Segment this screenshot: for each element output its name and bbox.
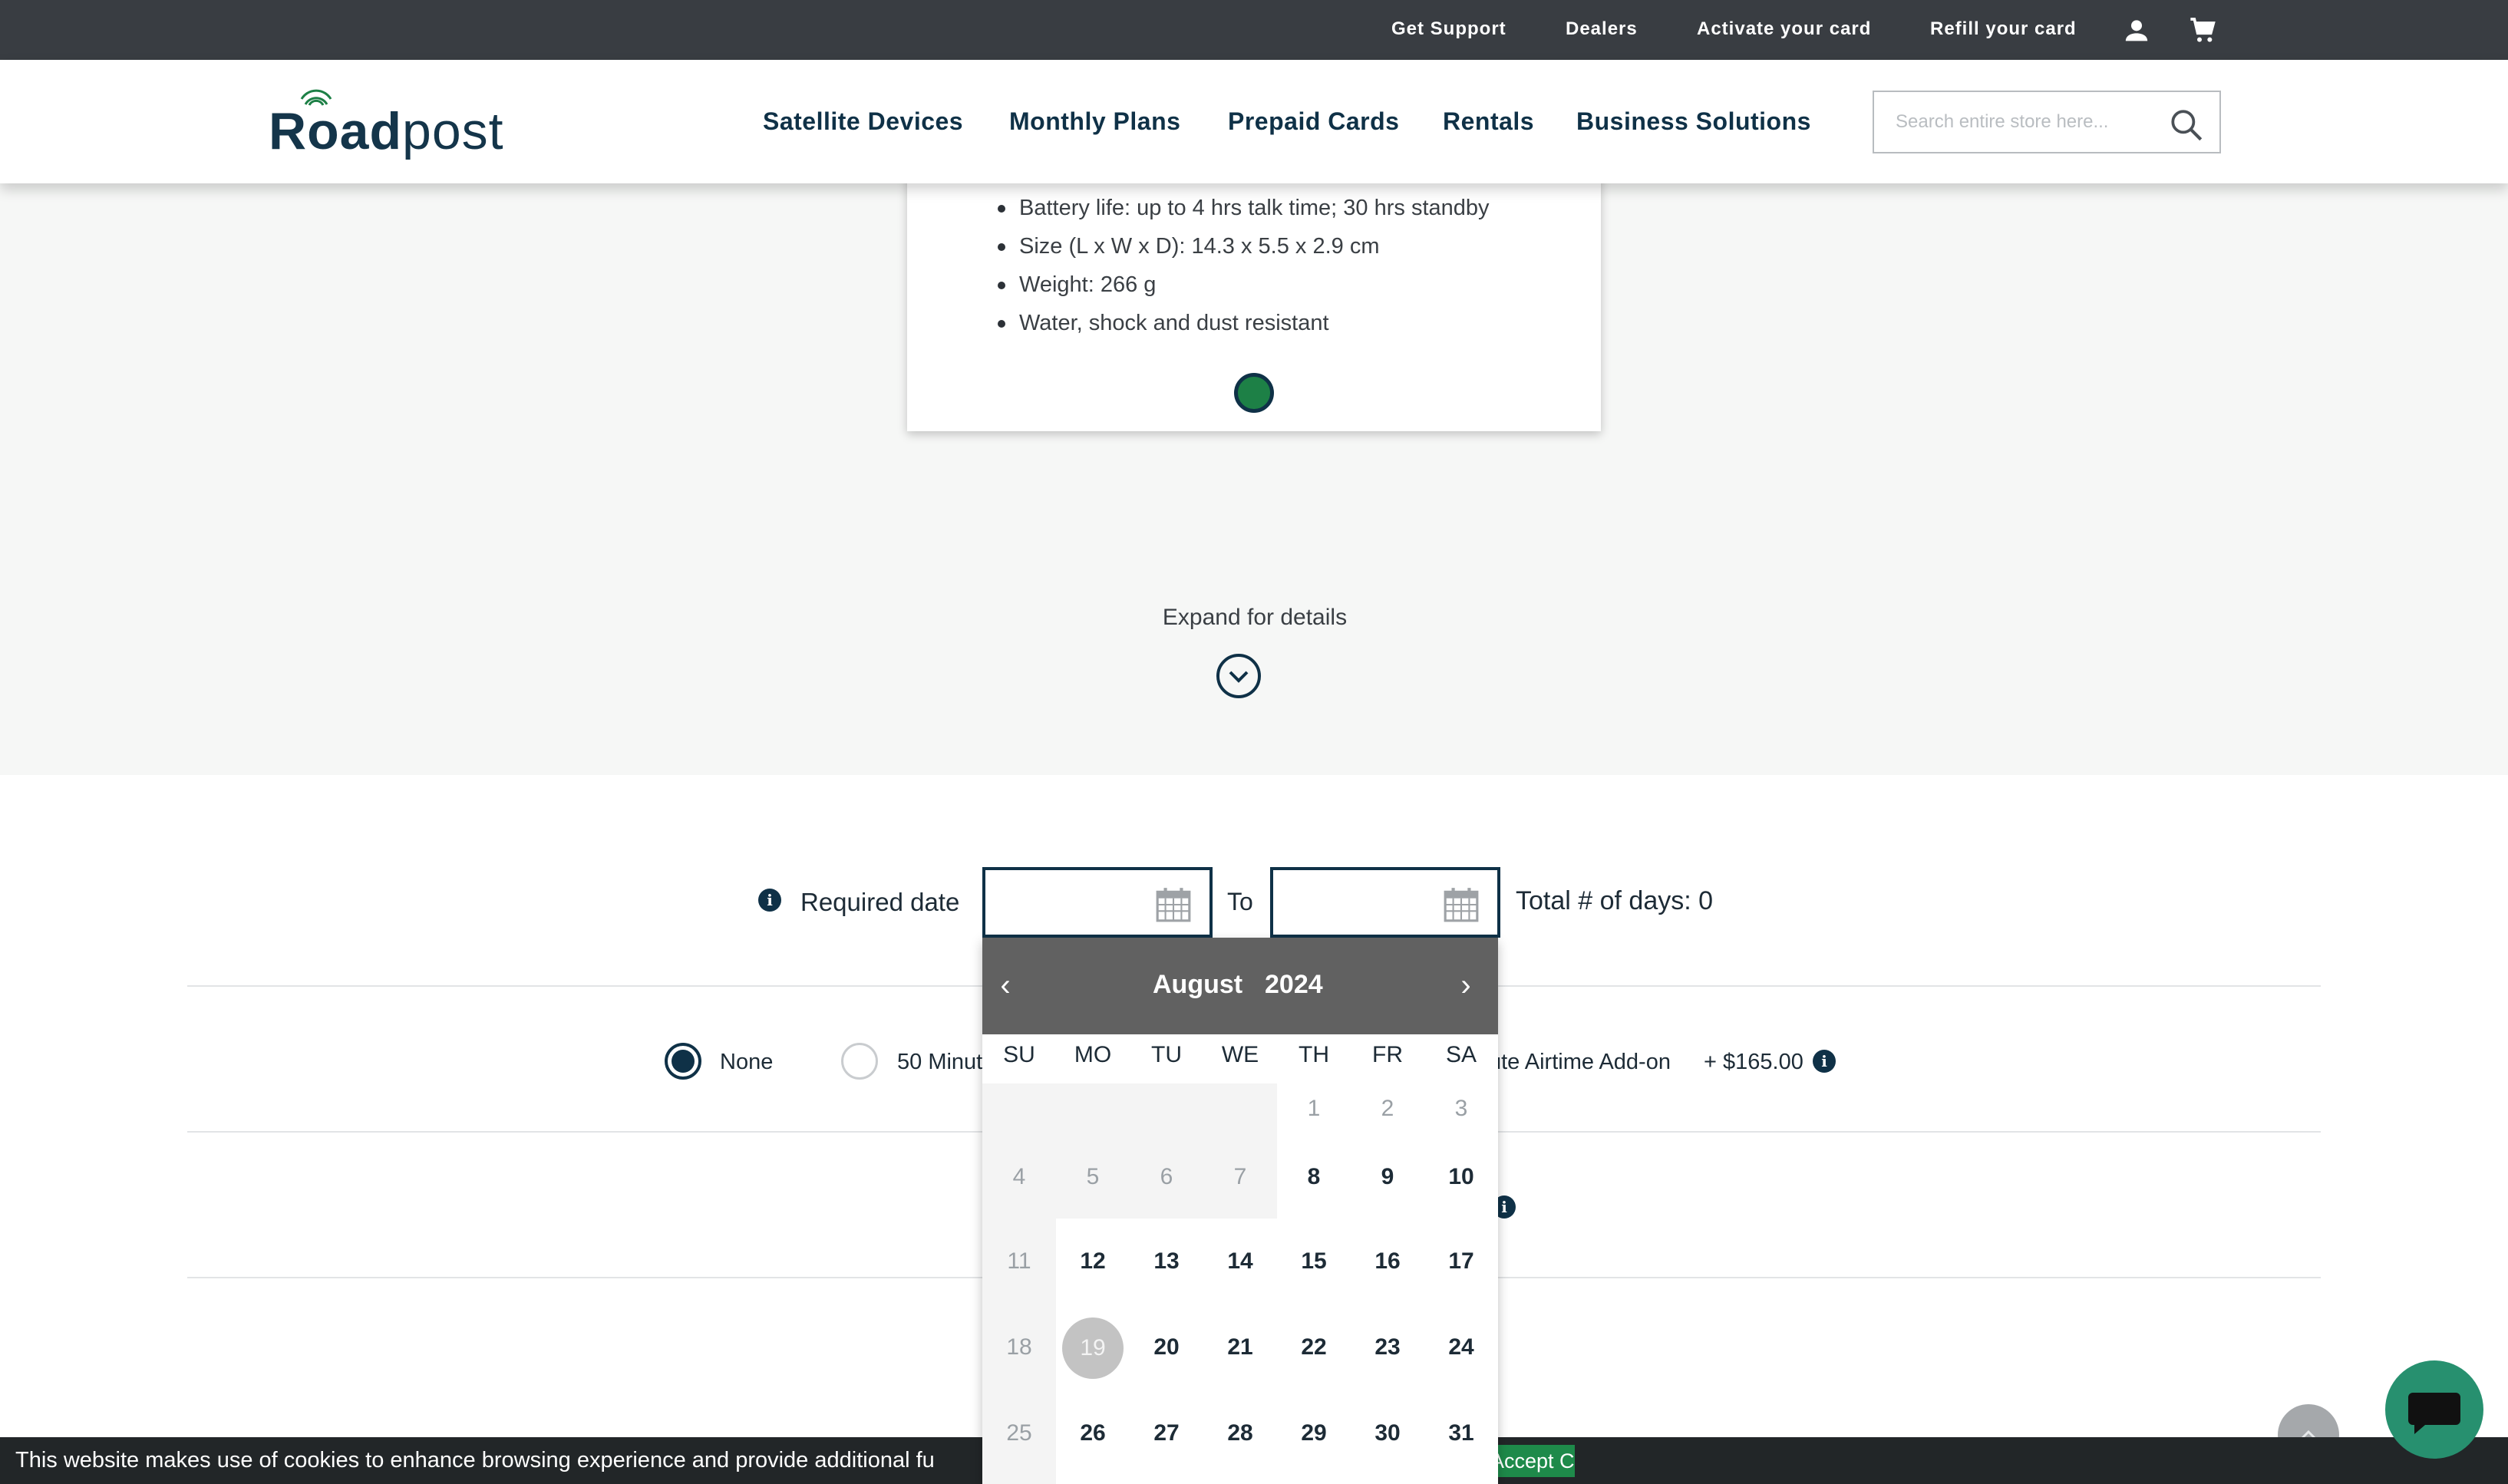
addon-none-label: None: [720, 1050, 774, 1074]
calendar-icon[interactable]: [1154, 885, 1193, 924]
weekday-label: WE: [1221, 1042, 1259, 1067]
search-input[interactable]: [1896, 107, 2157, 137]
addon-price: + $165.00: [1704, 1050, 1803, 1074]
nav-satellite-devices[interactable]: Satellite Devices: [763, 107, 963, 136]
datepicker-day-disabled: 18: [1006, 1334, 1032, 1360]
datepicker-day-disabled: 2: [1381, 1096, 1394, 1121]
search-icon[interactable]: [2167, 106, 2206, 144]
datepicker-day[interactable]: 30: [1351, 1390, 1424, 1476]
datepicker-day[interactable]: 22: [1277, 1304, 1351, 1390]
datepicker: ‹ August 2024 › SU MO TU WE TH FR SA 123456789…: [982, 938, 1498, 1484]
utility-bar: Get Support Dealers Activate your card R…: [0, 0, 2508, 60]
weekday-label: MO: [1074, 1042, 1112, 1067]
nav-rentals[interactable]: Rentals: [1443, 107, 1534, 136]
weekday-label: TU: [1151, 1042, 1182, 1067]
datepicker-day-disabled: 1: [1307, 1096, 1321, 1121]
datepicker-day-disabled: 5: [1086, 1164, 1100, 1189]
datepicker-day[interactable]: 27: [1130, 1390, 1203, 1476]
dealers-link[interactable]: Dealers: [1566, 18, 1638, 40]
datepicker-day-disabled: 11: [1007, 1248, 1031, 1274]
spec-list: Battery life: up to 4 hrs talk time; 30 …: [998, 189, 1490, 342]
chevron-down-circle-icon[interactable]: [1216, 653, 1262, 699]
datepicker-day[interactable]: 21: [1203, 1304, 1277, 1390]
cookie-text: This website makes use of cookies to enh…: [15, 1448, 935, 1472]
addon-50min-label: 50 Minut: [897, 1050, 983, 1074]
datepicker-day[interactable]: 16: [1351, 1219, 1424, 1304]
chevron-right-icon[interactable]: ›: [1443, 962, 1489, 1008]
datepicker-month[interactable]: August: [1153, 970, 1242, 1000]
site-header: Roadpost Satellite Devices Monthly Plans…: [0, 60, 2508, 183]
nav-monthly-plans[interactable]: Monthly Plans: [1009, 107, 1180, 136]
info-icon[interactable]: i: [758, 889, 781, 912]
cart-icon[interactable]: [2188, 15, 2219, 46]
expand-label[interactable]: Expand for details: [1136, 605, 1374, 631]
datepicker-day-disabled: 7: [1233, 1164, 1247, 1189]
datepicker-day[interactable]: 20: [1130, 1304, 1203, 1390]
datepicker-day[interactable]: 23: [1351, 1304, 1424, 1390]
to-label: To: [1227, 888, 1253, 915]
refill-card-link[interactable]: Refill your card: [1930, 18, 2077, 40]
datepicker-day[interactable]: 31: [1424, 1390, 1498, 1476]
datepicker-day[interactable]: 26: [1056, 1390, 1130, 1476]
datepicker-day-disabled: 4: [1012, 1164, 1026, 1189]
disabled-dates-region: [982, 1083, 1277, 1134]
datepicker-day[interactable]: 29: [1277, 1390, 1351, 1476]
end-date-input[interactable]: [1270, 867, 1500, 938]
chevron-left-icon[interactable]: ‹: [982, 962, 1028, 1008]
chat-icon: [2408, 1393, 2460, 1434]
datepicker-day[interactable]: 17: [1424, 1219, 1498, 1304]
required-date-label: Required date: [800, 888, 960, 916]
weekday-label: SA: [1445, 1042, 1477, 1067]
datepicker-day[interactable]: 12: [1056, 1219, 1130, 1304]
addon-airtime-label: ute Airtime Add-on: [1489, 1050, 1671, 1074]
activate-card-link[interactable]: Activate your card: [1697, 18, 1871, 40]
datepicker-day[interactable]: 24: [1424, 1304, 1498, 1390]
search-box: [1873, 91, 2221, 153]
weekday-label: TH: [1299, 1042, 1329, 1067]
datepicker-day[interactable]: 13: [1130, 1219, 1203, 1304]
datepicker-day-disabled: 25: [1006, 1420, 1032, 1446]
addon-50min-radio[interactable]: [841, 1043, 878, 1080]
weekday-label: FR: [1372, 1042, 1403, 1067]
user-icon[interactable]: [2121, 15, 2152, 46]
weekday-label: SU: [1003, 1042, 1035, 1067]
datepicker-day[interactable]: 28: [1203, 1390, 1277, 1476]
datepicker-year[interactable]: 2024: [1265, 970, 1323, 1000]
nav-business-solutions[interactable]: Business Solutions: [1576, 107, 1811, 136]
spec-item: Weight: 266 g: [998, 265, 1490, 304]
get-support-link[interactable]: Get Support: [1391, 18, 1506, 40]
datepicker-day-disabled: 3: [1454, 1096, 1468, 1121]
datepicker-day-disabled: 6: [1160, 1164, 1173, 1189]
info-icon[interactable]: i: [1813, 1050, 1836, 1073]
datepicker-header: ‹ August 2024 ›: [982, 938, 1498, 1034]
datepicker-day[interactable]: 9: [1351, 1134, 1424, 1220]
spec-item: Water, shock and dust resistant: [998, 304, 1490, 342]
datepicker-day[interactable]: 10: [1424, 1134, 1498, 1220]
chat-button[interactable]: [2385, 1360, 2483, 1459]
calendar-icon[interactable]: [1442, 885, 1480, 924]
product-card: Battery life: up to 4 hrs talk time; 30 …: [907, 153, 1601, 431]
nav-prepaid-cards[interactable]: Prepaid Cards: [1228, 107, 1399, 136]
start-date-input[interactable]: [982, 867, 1213, 938]
roadpost-logo[interactable]: Roadpost: [269, 89, 507, 160]
spec-item: Size (L x W x D): 14.3 x 5.5 x 2.9 cm: [998, 227, 1490, 265]
datepicker-day[interactable]: 14: [1203, 1219, 1277, 1304]
addon-none-radio[interactable]: [665, 1043, 701, 1080]
logo-text: Roadpost: [269, 102, 504, 160]
carousel-dot[interactable]: [1234, 373, 1274, 413]
spec-item: Battery life: up to 4 hrs talk time; 30 …: [998, 189, 1490, 227]
total-days-label: Total # of days: 0: [1516, 886, 1714, 915]
datepicker-today[interactable]: 19: [1056, 1304, 1130, 1390]
datepicker-day[interactable]: 15: [1277, 1219, 1351, 1304]
datepicker-day[interactable]: 8: [1277, 1134, 1351, 1220]
